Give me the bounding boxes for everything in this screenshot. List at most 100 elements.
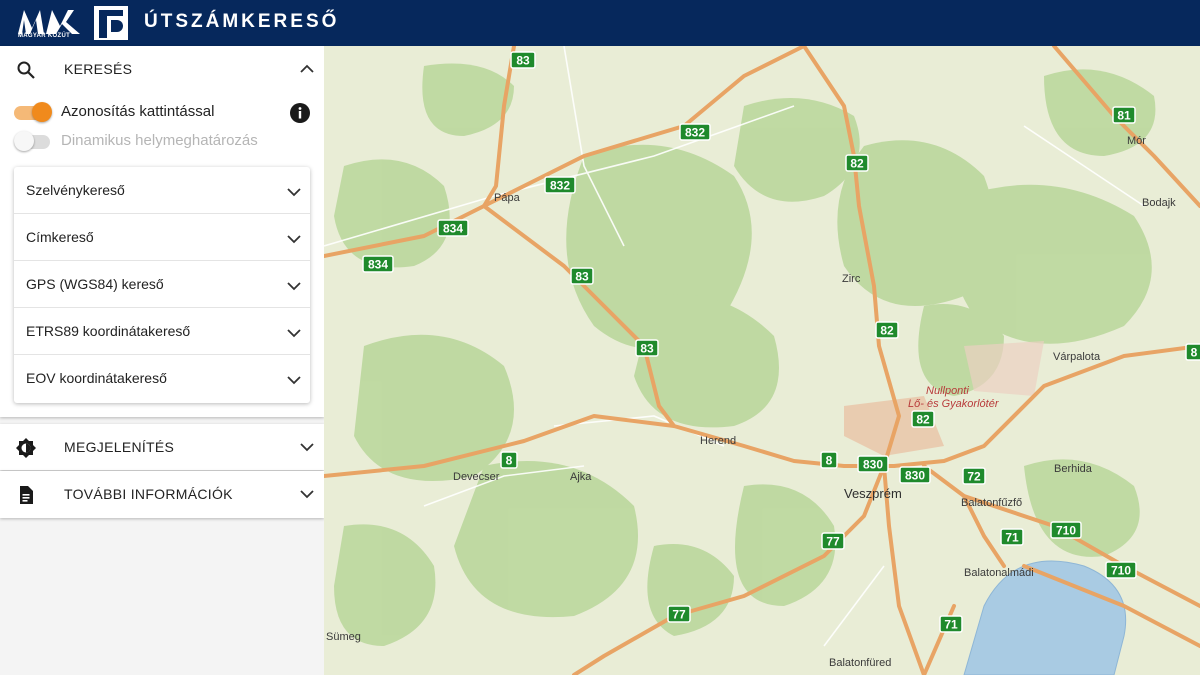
- svg-text:8: 8: [826, 454, 833, 468]
- svg-text:72: 72: [967, 470, 981, 484]
- map-canvas[interactable]: 83 81 832 82 832 834 834 83 82 83 82 8 8…: [324, 46, 1200, 675]
- dynamic-location-label: Dinamikus helymeghatározás: [61, 132, 258, 149]
- document-icon: [20, 486, 33, 504]
- svg-text:832: 832: [685, 126, 705, 140]
- route-shield: 8: [820, 451, 838, 469]
- town-label: Herend: [700, 435, 736, 447]
- svg-text:710: 710: [1111, 564, 1131, 578]
- svg-text:830: 830: [905, 469, 925, 483]
- display-panel: MEGJELENÍTÉS: [0, 424, 324, 470]
- zone-label: Lő- és Gyakorlótér: [908, 398, 1000, 410]
- accordion-item-gps[interactable]: GPS (WGS84) kereső: [14, 261, 310, 308]
- route-shield: 77: [821, 532, 845, 550]
- chevron-down-icon: [287, 282, 301, 291]
- info-icon[interactable]: [289, 102, 311, 124]
- route-shield: 83: [570, 267, 594, 285]
- route-shield: 77: [667, 605, 691, 623]
- svg-text:832: 832: [550, 179, 570, 193]
- town-label: Berhida: [1054, 463, 1093, 475]
- display-panel-title: MEGJELENÍTÉS: [64, 439, 175, 455]
- town-label: Várpalota: [1053, 351, 1101, 363]
- app-title: ÚTSZÁMKERESŐ: [144, 11, 340, 32]
- accordion-item-label: Szelvénykereső: [26, 182, 125, 198]
- svg-text:71: 71: [944, 618, 958, 632]
- logo-text: MAGYAR KÖZÚT: [18, 33, 71, 39]
- town-label: Pápa: [494, 192, 521, 204]
- click-identify-switch[interactable]: [14, 102, 52, 122]
- town-label: Sümeg: [326, 631, 361, 643]
- route-shield: 834: [437, 219, 469, 237]
- route-shield: 8: [500, 451, 518, 469]
- toggle-click-identify: Azonosítás kattintással: [0, 98, 324, 126]
- route-shield: 71: [939, 615, 963, 633]
- info-panel-title: TOVÁBBI INFORMÁCIÓK: [64, 486, 233, 502]
- svg-text:83: 83: [640, 342, 654, 356]
- town-label: Zirc: [842, 273, 861, 285]
- route-shield: 834: [362, 255, 394, 273]
- chevron-up-icon[interactable]: [298, 62, 316, 76]
- svg-text:77: 77: [672, 608, 686, 622]
- route-shield: 8: [1185, 343, 1200, 361]
- svg-text:83: 83: [575, 270, 589, 284]
- route-shield: 830: [857, 455, 889, 473]
- accordion-item-label: ETRS89 koordinátakereső: [26, 323, 191, 339]
- search-panel-title: KERESÉS: [64, 61, 133, 77]
- accordion-item-label: GPS (WGS84) kereső: [26, 276, 164, 292]
- info-panel-header[interactable]: TOVÁBBI INFORMÁCIÓK: [0, 471, 324, 517]
- accordion-item-cim[interactable]: Címkereső: [14, 214, 310, 261]
- search-panel: KERESÉS Azonosítás kattintással Dinamiku…: [0, 46, 324, 417]
- route-shield: 82: [875, 321, 899, 339]
- chevron-down-icon: [287, 376, 301, 385]
- town-label: Veszprém: [844, 486, 902, 501]
- display-panel-header[interactable]: MEGJELENÍTÉS: [0, 424, 324, 470]
- search-panel-header[interactable]: KERESÉS: [0, 46, 324, 92]
- svg-text:830: 830: [863, 458, 883, 472]
- route-shield: 830: [899, 466, 931, 484]
- toggle-dynamic-location: Dinamikus helymeghatározás: [0, 127, 324, 155]
- svg-text:82: 82: [850, 157, 864, 171]
- search-accordion: Szelvénykereső Címkereső GPS (WGS84) ker…: [14, 167, 310, 403]
- svg-text:77: 77: [826, 535, 840, 549]
- route-shield: 82: [911, 410, 935, 428]
- zone-label: Nullponti: [926, 385, 969, 397]
- town-label: Devecser: [453, 471, 500, 483]
- accordion-item-label: Címkereső: [26, 229, 94, 245]
- town-label: Balatonfüred: [829, 657, 891, 669]
- chevron-down-icon: [287, 235, 301, 244]
- chevron-down-icon[interactable]: [298, 487, 316, 501]
- route-shield: 82: [845, 154, 869, 172]
- info-panel: TOVÁBBI INFORMÁCIÓK: [0, 471, 324, 518]
- town-label: Mór: [1127, 135, 1146, 147]
- chevron-down-icon: [287, 329, 301, 338]
- dynamic-location-switch[interactable]: [14, 131, 52, 151]
- svg-text:834: 834: [368, 258, 388, 272]
- town-label: Bodajk: [1142, 197, 1176, 209]
- svg-text:81: 81: [1117, 109, 1131, 123]
- route-shield: 710: [1050, 521, 1082, 539]
- svg-text:710: 710: [1056, 524, 1076, 538]
- town-label: Balatonalmádi: [964, 567, 1034, 579]
- top-bar: MAGYAR KÖZÚT ÚTSZÁMKERESŐ: [0, 0, 1200, 46]
- chevron-down-icon[interactable]: [298, 440, 316, 454]
- svg-text:83: 83: [516, 54, 530, 68]
- accordion-item-etrs89[interactable]: ETRS89 koordinátakereső: [14, 308, 310, 355]
- svg-text:82: 82: [916, 413, 930, 427]
- accordion-item-szelveny[interactable]: Szelvénykereső: [14, 167, 310, 214]
- route-shield: 81: [1112, 106, 1136, 124]
- route-shield: 832: [544, 176, 576, 194]
- search-icon: [17, 61, 35, 79]
- svg-text:82: 82: [880, 324, 894, 338]
- svg-text:8: 8: [506, 454, 513, 468]
- route-shield: 71: [1000, 528, 1024, 546]
- accordion-item-eov[interactable]: EOV koordinátakereső: [14, 355, 310, 402]
- road-map[interactable]: 83 81 832 82 832 834 834 83 82 83 82 8 8…: [324, 46, 1200, 675]
- chevron-down-icon: [287, 188, 301, 197]
- sidebar: KERESÉS Azonosítás kattintással Dinamiku…: [0, 46, 324, 675]
- route-shield: 83: [510, 51, 536, 69]
- click-identify-label: Azonosítás kattintással: [61, 103, 215, 120]
- svg-text:71: 71: [1005, 531, 1019, 545]
- route-shield: 710: [1105, 561, 1137, 579]
- route-shield: 83: [635, 339, 659, 357]
- town-label: Ajka: [570, 471, 592, 483]
- accordion-item-label: EOV koordinátakereső: [26, 370, 167, 386]
